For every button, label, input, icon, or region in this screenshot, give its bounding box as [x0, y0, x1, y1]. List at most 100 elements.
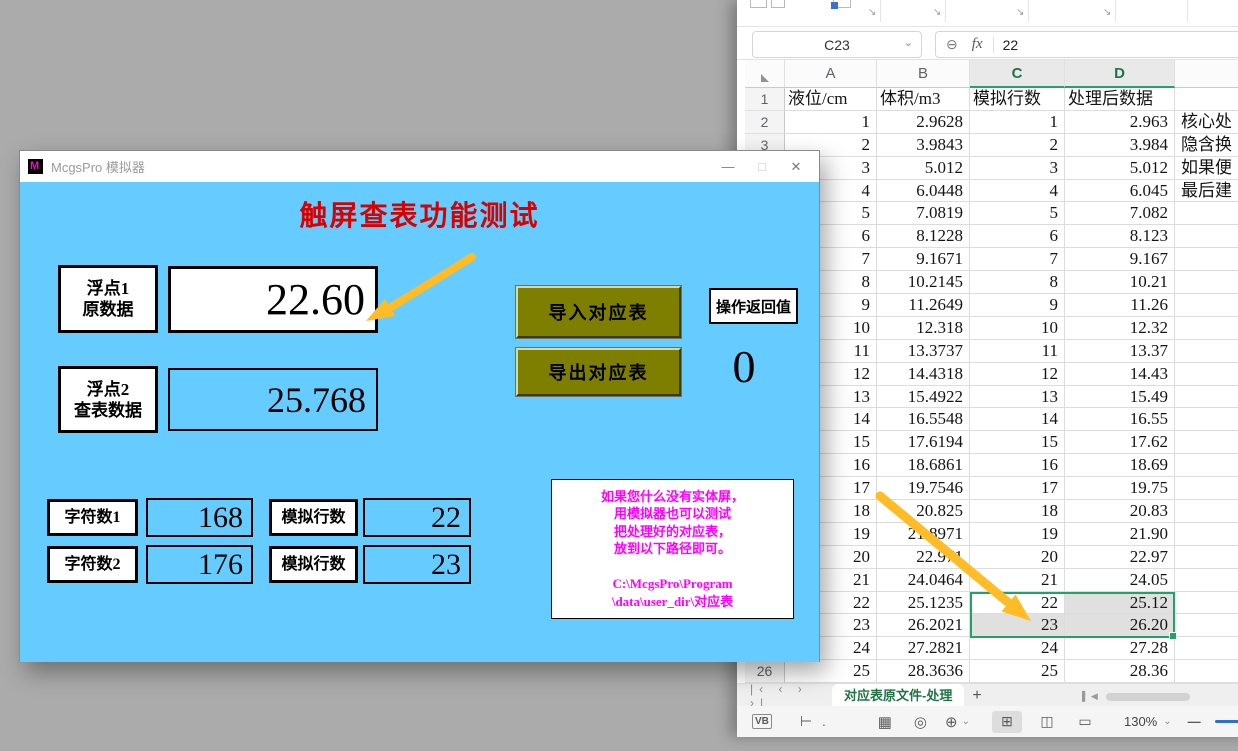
cell-C1[interactable]: 模拟行数: [970, 88, 1065, 111]
return-value-display[interactable]: 0: [709, 340, 779, 393]
cell-B2[interactable]: 2.9628: [877, 111, 970, 134]
cell-C14[interactable]: 13: [970, 386, 1065, 409]
cell-D1[interactable]: 处理后数据: [1065, 88, 1175, 111]
simulator-titlebar[interactable]: M McgsPro 模拟器 — □ ✕: [20, 151, 819, 182]
cell-E23[interactable]: [1175, 592, 1238, 615]
cell-D4[interactable]: 5.012: [1065, 157, 1175, 180]
cell-C22[interactable]: 21: [970, 569, 1065, 592]
cell-B15[interactable]: 16.5548: [877, 408, 970, 431]
cell-E6[interactable]: [1175, 202, 1238, 225]
cell-B19[interactable]: 20.825: [877, 500, 970, 523]
cell-E5[interactable]: 最后建: [1175, 180, 1238, 203]
cell-D19[interactable]: 20.83: [1065, 500, 1175, 523]
ribbon-clipped-icon[interactable]: [833, 0, 851, 8]
cell-B16[interactable]: 17.6194: [877, 431, 970, 454]
cell-C18[interactable]: 17: [970, 477, 1065, 500]
cell-B9[interactable]: 10.2145: [877, 271, 970, 294]
char-count2-value[interactable]: 176: [146, 545, 253, 584]
cell-E8[interactable]: [1175, 248, 1238, 271]
cell-E20[interactable]: [1175, 523, 1238, 546]
cell-D10[interactable]: 11.26: [1065, 294, 1175, 317]
cell-C20[interactable]: 19: [970, 523, 1065, 546]
cell-C11[interactable]: 10: [970, 317, 1065, 340]
cell-C24[interactable]: 23: [970, 614, 1065, 637]
ribbon-clipped-icon[interactable]: [750, 0, 767, 8]
cell-B3[interactable]: 3.9843: [877, 134, 970, 157]
cell-E22[interactable]: [1175, 569, 1238, 592]
select-all-corner[interactable]: [745, 60, 785, 88]
cell-B24[interactable]: 26.2021: [877, 614, 970, 637]
cell-D17[interactable]: 18.69: [1065, 454, 1175, 477]
cell-A1[interactable]: 液位/cm: [785, 88, 877, 111]
cell-B23[interactable]: 25.1235: [877, 592, 970, 615]
cell-E26[interactable]: [1175, 660, 1238, 683]
cell-C21[interactable]: 20: [970, 546, 1065, 569]
cell-D22[interactable]: 24.05: [1065, 569, 1175, 592]
minimize-button[interactable]: —: [711, 151, 745, 182]
cell-C7[interactable]: 6: [970, 225, 1065, 248]
chevron-down-icon[interactable]: ⌄: [962, 716, 970, 727]
macro-record-icon[interactable]: VB: [752, 714, 772, 729]
cell-D25[interactable]: 27.28: [1065, 637, 1175, 660]
cell-E21[interactable]: [1175, 546, 1238, 569]
cell-B11[interactable]: 12.318: [877, 317, 970, 340]
dialog-launcher-icon[interactable]: ↘: [1103, 7, 1111, 18]
sim-rows1-value[interactable]: 22: [363, 498, 471, 537]
cell-E18[interactable]: [1175, 477, 1238, 500]
column-header-C[interactable]: C: [970, 60, 1065, 88]
page-break-view-button[interactable]: ▭: [1070, 711, 1100, 733]
close-button[interactable]: ✕: [779, 151, 813, 182]
cell-D11[interactable]: 12.32: [1065, 317, 1175, 340]
cell-D18[interactable]: 19.75: [1065, 477, 1175, 500]
cell-C19[interactable]: 18: [970, 500, 1065, 523]
column-header-E-clipped[interactable]: [1175, 60, 1238, 88]
cell-B12[interactable]: 13.3737: [877, 340, 970, 363]
cell-C13[interactable]: 12: [970, 363, 1065, 386]
cell-C5[interactable]: 4: [970, 180, 1065, 203]
cell-D13[interactable]: 14.43: [1065, 363, 1175, 386]
cell-D3[interactable]: 3.984: [1065, 134, 1175, 157]
cell-D16[interactable]: 17.62: [1065, 431, 1175, 454]
cell-C25[interactable]: 24: [970, 637, 1065, 660]
row-header-26[interactable]: 26: [745, 660, 785, 683]
cell-E9[interactable]: [1175, 271, 1238, 294]
cell-C3[interactable]: 2: [970, 134, 1065, 157]
cell-E3[interactable]: 隐含换: [1175, 134, 1238, 157]
cell-C9[interactable]: 8: [970, 271, 1065, 294]
export-table-button[interactable]: 导出对应表: [516, 348, 681, 396]
cell-D8[interactable]: 9.167: [1065, 248, 1175, 271]
cell-B21[interactable]: 22.971: [877, 546, 970, 569]
cell-E25[interactable]: [1175, 637, 1238, 660]
cell-D5[interactable]: 6.045: [1065, 180, 1175, 203]
chevron-down-icon[interactable]: ⌄: [1163, 716, 1171, 727]
table-tools-icon[interactable]: ▦: [878, 713, 892, 731]
move-tool-icon[interactable]: ⊕: [945, 713, 958, 731]
scrollbar-thumb[interactable]: [1106, 693, 1190, 701]
cell-B6[interactable]: 7.0819: [877, 202, 970, 225]
cell-B13[interactable]: 14.4318: [877, 363, 970, 386]
cell-B14[interactable]: 15.4922: [877, 386, 970, 409]
cell-C2[interactable]: 1: [970, 111, 1065, 134]
cell-D26[interactable]: 28.36: [1065, 660, 1175, 683]
outline-icon[interactable]: ⊢: [800, 713, 812, 730]
cell-D20[interactable]: 21.90: [1065, 523, 1175, 546]
cell-E19[interactable]: [1175, 500, 1238, 523]
add-sheet-button[interactable]: +: [972, 687, 981, 705]
name-box[interactable]: C23 ⌄: [752, 31, 922, 58]
cell-C6[interactable]: 5: [970, 202, 1065, 225]
cell-E10[interactable]: [1175, 294, 1238, 317]
zoom-minus-button[interactable]: —: [1188, 714, 1201, 729]
cell-E11[interactable]: [1175, 317, 1238, 340]
float1-value-display[interactable]: 22.60: [168, 266, 378, 333]
cell-B5[interactable]: 6.0448: [877, 180, 970, 203]
cell-E12[interactable]: [1175, 340, 1238, 363]
cell-B20[interactable]: 21.8971: [877, 523, 970, 546]
cell-A2[interactable]: 1: [785, 111, 877, 134]
maximize-button[interactable]: □: [745, 151, 779, 182]
row-header-1[interactable]: 1: [745, 88, 785, 111]
cell-D15[interactable]: 16.55: [1065, 408, 1175, 431]
cell-C23[interactable]: 22: [970, 592, 1065, 615]
column-header-D[interactable]: D: [1065, 60, 1175, 88]
cell-D12[interactable]: 13.37: [1065, 340, 1175, 363]
cell-C16[interactable]: 15: [970, 431, 1065, 454]
